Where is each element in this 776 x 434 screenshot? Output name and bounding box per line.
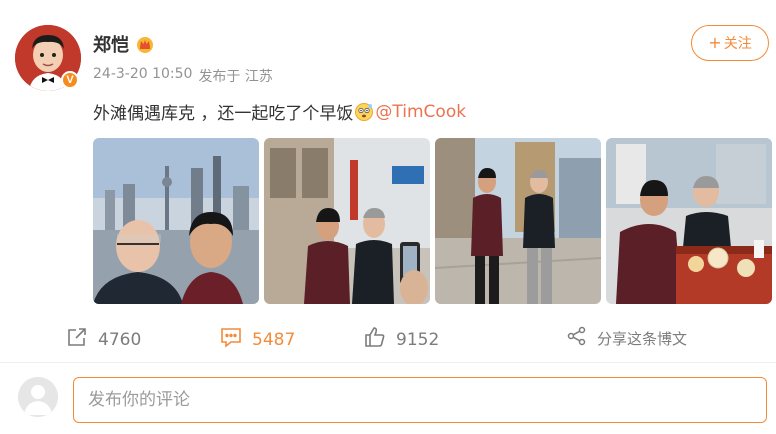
like-button[interactable]: 9152: [364, 326, 439, 353]
like-count: 9152: [396, 329, 440, 350]
user-name[interactable]: 郑恺: [93, 31, 129, 57]
photo-grid: [93, 138, 772, 304]
photo-1[interactable]: [93, 138, 259, 304]
follow-label: 关注: [723, 36, 752, 52]
repost-icon: [66, 326, 88, 353]
comment-icon: [220, 326, 242, 353]
post-text: 外滩偶遇库克 ，还一起吃了个早饭 @TimCook: [93, 99, 466, 125]
photo-3[interactable]: [435, 138, 601, 304]
comment-input[interactable]: [73, 377, 767, 423]
photo-4[interactable]: [606, 138, 772, 304]
dizzy-face-emoji-icon: [354, 102, 374, 122]
thumbs-up-icon: [364, 326, 386, 353]
repost-count: 4760: [98, 329, 142, 350]
action-bar: 4760 5487 9152 分享这条博文: [0, 318, 776, 358]
post-source: 发布于 江苏: [198, 69, 273, 85]
photo-2[interactable]: [264, 138, 430, 304]
comment-button[interactable]: 5487: [220, 326, 295, 353]
plus-icon: +: [708, 33, 722, 52]
share-icon: [567, 326, 587, 350]
mention-link[interactable]: @TimCook: [375, 102, 466, 122]
share-button[interactable]: 分享这条博文: [567, 326, 687, 350]
weibo-post-card: V 郑恺 24-3-20 10:50 发布于 江苏 + 关注 外滩偶遇库克 ，还…: [0, 0, 776, 362]
post-body: 外滩偶遇库克 ，还一起吃了个早饭: [93, 104, 354, 124]
post-meta: 24-3-20 10:50 发布于 江苏: [93, 66, 273, 86]
user-avatar[interactable]: V: [15, 25, 81, 91]
verified-badge: V: [61, 71, 79, 89]
post-timestamp[interactable]: 24-3-20 10:50: [93, 66, 192, 86]
comment-composer: [0, 363, 776, 434]
follow-button[interactable]: + 关注: [691, 25, 769, 61]
comment-count: 5487: [252, 329, 296, 350]
repost-button[interactable]: 4760: [66, 326, 141, 353]
current-user-avatar-icon: [18, 377, 58, 417]
share-label: 分享这条博文: [597, 329, 688, 348]
crown-icon[interactable]: [135, 34, 155, 54]
